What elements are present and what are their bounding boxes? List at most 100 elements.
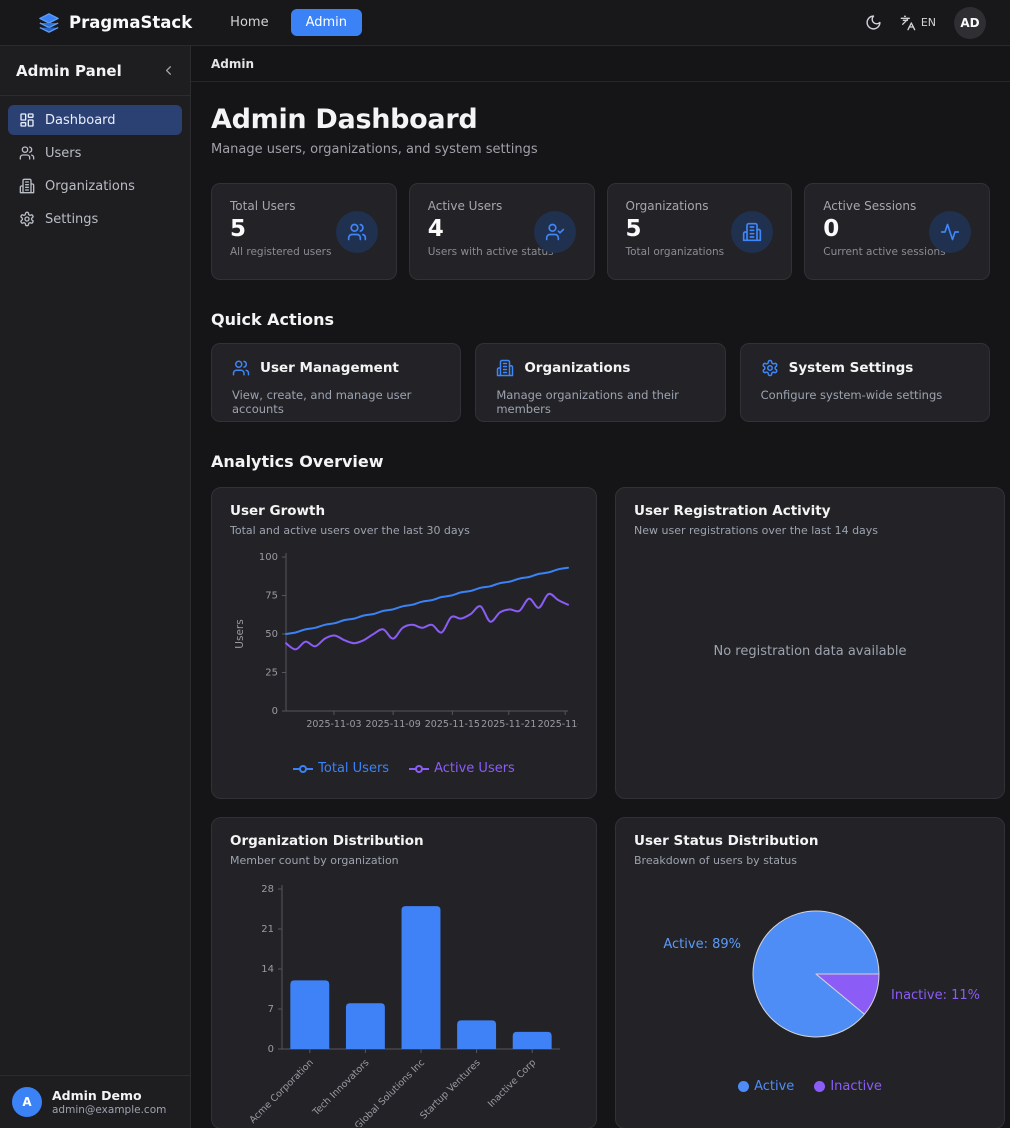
chart-card-organization-distribution: Organization Distribution Member count b… bbox=[211, 817, 597, 1128]
quick-actions-heading: Quick Actions bbox=[211, 310, 990, 329]
stats-row: Total Users 5 All registered users Activ… bbox=[211, 183, 990, 280]
users-icon bbox=[19, 145, 35, 161]
svg-text:100: 100 bbox=[259, 552, 278, 563]
layers-logo-icon bbox=[38, 12, 60, 34]
legend-item-inactive: Inactive bbox=[814, 1079, 882, 1094]
brand[interactable]: PragmaStack bbox=[38, 12, 192, 34]
action-title: Organizations bbox=[524, 360, 630, 376]
dashboard-icon bbox=[19, 112, 35, 128]
brand-name: PragmaStack bbox=[69, 13, 192, 32]
legend-label: Total Users bbox=[318, 761, 389, 776]
chart-card-user-status: User Status Distribution Breakdown of us… bbox=[615, 817, 1005, 1128]
main-content: Admin Admin Dashboard Manage users, orga… bbox=[191, 46, 1010, 1128]
user-check-icon bbox=[534, 211, 576, 253]
action-card-organizations[interactable]: Organizations Manage organizations and t… bbox=[475, 343, 725, 422]
action-description: Configure system-wide settings bbox=[761, 388, 969, 402]
charts-grid: User Growth Total and active users over … bbox=[211, 487, 990, 1128]
top-navbar: PragmaStack Home Admin EN AD bbox=[0, 0, 1010, 46]
action-title: User Management bbox=[260, 360, 399, 376]
language-label: EN bbox=[921, 16, 936, 29]
legend-label: Inactive bbox=[830, 1079, 882, 1094]
svg-text:0: 0 bbox=[268, 1044, 274, 1055]
admin-sidebar: Admin Panel Dashboard Users bbox=[0, 46, 191, 1128]
quick-actions-row: User Management View, create, and manage… bbox=[211, 343, 990, 422]
legend-label: Active Users bbox=[434, 761, 515, 776]
user-status-pie-chart: Active: 89% Inactive: 11% bbox=[634, 875, 986, 1073]
chart-card-registration-activity: User Registration Activity New user regi… bbox=[615, 487, 1005, 799]
user-growth-line-chart: 02550751002025-11-032025-11-092025-11-15… bbox=[230, 545, 578, 755]
legend-dot bbox=[738, 1081, 749, 1092]
action-card-system-settings[interactable]: System Settings Configure system-wide se… bbox=[740, 343, 990, 422]
sidebar-collapse-button[interactable] bbox=[161, 63, 176, 78]
legend-dot bbox=[814, 1081, 825, 1092]
gear-icon bbox=[761, 359, 779, 377]
chart-card-user-growth: User Growth Total and active users over … bbox=[211, 487, 597, 799]
chart-title: User Growth bbox=[230, 503, 578, 519]
svg-text:Users: Users bbox=[234, 619, 246, 648]
chart-title: Organization Distribution bbox=[230, 833, 578, 849]
sidebar-title: Admin Panel bbox=[16, 62, 122, 80]
sidebar-nav: Dashboard Users Organizations bbox=[0, 96, 190, 1075]
svg-text:21: 21 bbox=[261, 924, 274, 935]
sidebar-user-card[interactable]: A Admin Demo admin@example.com bbox=[0, 1075, 190, 1128]
building-icon bbox=[496, 359, 514, 377]
svg-text:25: 25 bbox=[265, 668, 278, 679]
svg-text:2025-11-21: 2025-11-21 bbox=[481, 719, 536, 730]
nav-link-admin[interactable]: Admin bbox=[291, 9, 362, 36]
main-nav: Home Admin bbox=[220, 9, 362, 36]
action-description: Manage organizations and their members bbox=[496, 388, 704, 416]
page-title: Admin Dashboard bbox=[211, 104, 990, 135]
chevron-left-icon bbox=[161, 63, 176, 78]
user-email: admin@example.com bbox=[52, 1104, 166, 1116]
svg-text:Tech Innovators: Tech Innovators bbox=[310, 1057, 371, 1118]
nav-link-home[interactable]: Home bbox=[220, 9, 278, 36]
svg-text:Inactive Corp: Inactive Corp bbox=[486, 1057, 538, 1109]
legend-item-total-users: Total Users bbox=[293, 761, 389, 776]
building-icon bbox=[731, 211, 773, 253]
action-description: View, create, and manage user accounts bbox=[232, 388, 440, 416]
language-switcher-button[interactable]: EN bbox=[900, 15, 936, 31]
svg-text:Inactive: 11%: Inactive: 11% bbox=[891, 988, 980, 1003]
chart-title: User Registration Activity bbox=[634, 503, 986, 519]
chart-subtitle: Total and active users over the last 30 … bbox=[230, 524, 578, 537]
sidebar-item-users[interactable]: Users bbox=[8, 138, 182, 168]
building-icon bbox=[19, 178, 35, 194]
chart-subtitle: Breakdown of users by status bbox=[634, 854, 986, 867]
svg-text:2025-11-15: 2025-11-15 bbox=[425, 719, 480, 730]
stat-card-total-users: Total Users 5 All registered users bbox=[211, 183, 397, 280]
svg-text:75: 75 bbox=[265, 591, 278, 602]
breadcrumb[interactable]: Admin bbox=[211, 57, 254, 71]
theme-toggle-button[interactable] bbox=[865, 14, 882, 31]
chart-subtitle: Member count by organization bbox=[230, 854, 578, 867]
sidebar-item-label: Dashboard bbox=[45, 113, 116, 128]
organization-bar-chart: 07142128Acme CorporationTech InnovatorsG… bbox=[230, 875, 578, 1127]
sidebar-item-label: Settings bbox=[45, 212, 98, 227]
account-avatar[interactable]: AD bbox=[954, 7, 986, 39]
action-title: System Settings bbox=[789, 360, 914, 376]
stat-card-active-users: Active Users 4 Users with active status bbox=[409, 183, 595, 280]
stat-card-organizations: Organizations 5 Total organizations bbox=[607, 183, 793, 280]
svg-text:2025-11-03: 2025-11-03 bbox=[306, 719, 361, 730]
legend-item-active: Active bbox=[738, 1079, 794, 1094]
empty-state-text: No registration data available bbox=[634, 537, 986, 765]
sidebar-item-label: Organizations bbox=[45, 179, 135, 194]
sidebar-item-dashboard[interactable]: Dashboard bbox=[8, 105, 182, 135]
svg-text:Acme Corporation: Acme Corporation bbox=[247, 1057, 315, 1125]
chart-title: User Status Distribution bbox=[634, 833, 986, 849]
user-name: Admin Demo bbox=[52, 1088, 166, 1103]
sidebar-item-organizations[interactable]: Organizations bbox=[8, 171, 182, 201]
sidebar-item-settings[interactable]: Settings bbox=[8, 204, 182, 234]
breadcrumb-bar: Admin bbox=[191, 46, 1010, 82]
page-subtitle: Manage users, organizations, and system … bbox=[211, 142, 990, 157]
users-icon bbox=[336, 211, 378, 253]
svg-text:0: 0 bbox=[272, 706, 278, 717]
svg-text:Startup Ventures: Startup Ventures bbox=[418, 1057, 482, 1121]
translate-icon bbox=[900, 15, 916, 31]
activity-icon bbox=[929, 211, 971, 253]
line-chart-legend: Total Users Active Users bbox=[230, 761, 578, 776]
action-card-user-management[interactable]: User Management View, create, and manage… bbox=[211, 343, 461, 422]
gear-icon bbox=[19, 211, 35, 227]
analytics-heading: Analytics Overview bbox=[211, 452, 990, 471]
svg-text:Active: 89%: Active: 89% bbox=[663, 937, 741, 952]
user-avatar: A bbox=[12, 1087, 42, 1117]
